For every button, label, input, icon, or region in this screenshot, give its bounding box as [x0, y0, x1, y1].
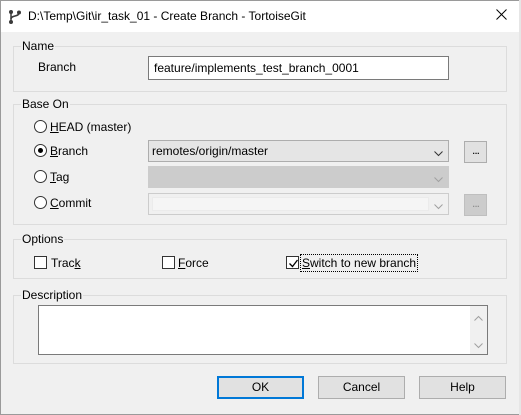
switch-label-text: witch to new branch — [310, 256, 417, 270]
commit-select[interactable] — [148, 193, 449, 215]
chevron-up-icon[interactable] — [474, 312, 483, 321]
commit-radio-text: ommit — [58, 196, 92, 210]
branch-name-label: Branch — [38, 60, 77, 74]
track-label-text: Track — [51, 256, 81, 270]
window-title: D:\Temp\Git\ir_task_01 - Create Branch -… — [28, 9, 306, 23]
base-on-group-label: Base On — [21, 97, 70, 111]
tortoisegit-branch-icon — [7, 9, 23, 25]
track-label: Track — [51, 256, 81, 270]
head-radio-text: EAD (master) — [58, 120, 132, 134]
commit-browse-button[interactable]: ... — [464, 194, 487, 216]
branch-browse-button[interactable]: ... — [464, 141, 487, 163]
branch-name-input[interactable]: feature/implements_test_branch_0001 — [148, 56, 449, 80]
tag-select[interactable] — [148, 166, 449, 188]
branch-radio-text: ranch — [58, 144, 89, 158]
branch-radio[interactable] — [34, 144, 47, 157]
branch-select-value: remotes/origin/master — [152, 144, 269, 158]
track-checkbox[interactable] — [34, 256, 47, 269]
switch-checkbox[interactable] — [286, 256, 299, 269]
chevron-down-icon — [434, 147, 443, 157]
tag-radio[interactable] — [34, 170, 47, 183]
switch-label: Switch to new branch — [299, 254, 419, 272]
commit-radio-label: Commit — [50, 196, 92, 210]
options-group-label: Options — [21, 232, 65, 246]
create-branch-dialog: D:\Temp\Git\ir_task_01 - Create Branch -… — [0, 0, 521, 415]
description-scrollbar[interactable] — [470, 306, 487, 354]
chevron-down-icon[interactable] — [474, 339, 483, 349]
commit-input — [152, 197, 429, 211]
branch-radio-label: Branch — [50, 144, 89, 158]
head-radio-label: HEAD (master) — [50, 120, 132, 134]
commit-radio[interactable] — [34, 196, 47, 209]
force-label-text: orce — [185, 256, 209, 270]
description-textarea[interactable] — [38, 305, 488, 355]
chevron-down-icon — [434, 173, 443, 183]
cancel-button[interactable]: Cancel — [318, 376, 405, 399]
branch-select[interactable]: remotes/origin/master — [148, 140, 449, 162]
title-bar: D:\Temp\Git\ir_task_01 - Create Branch -… — [1, 1, 520, 32]
tag-radio-text: ag — [56, 170, 70, 184]
close-icon — [495, 9, 507, 23]
name-group-label: Name — [21, 39, 56, 53]
branch-name-value: feature/implements_test_branch_0001 — [154, 61, 359, 75]
ok-button[interactable]: OK — [217, 376, 304, 399]
description-group-label: Description — [21, 288, 84, 302]
tag-radio-label: Tag — [50, 170, 70, 184]
chevron-down-icon — [434, 200, 443, 210]
close-button[interactable] — [487, 5, 515, 27]
force-label: Force — [178, 256, 209, 270]
head-radio[interactable] — [34, 120, 47, 133]
checkmark-icon — [289, 259, 299, 268]
force-checkbox[interactable] — [162, 256, 175, 269]
help-button[interactable]: Help — [419, 376, 506, 399]
options-group — [13, 239, 507, 279]
